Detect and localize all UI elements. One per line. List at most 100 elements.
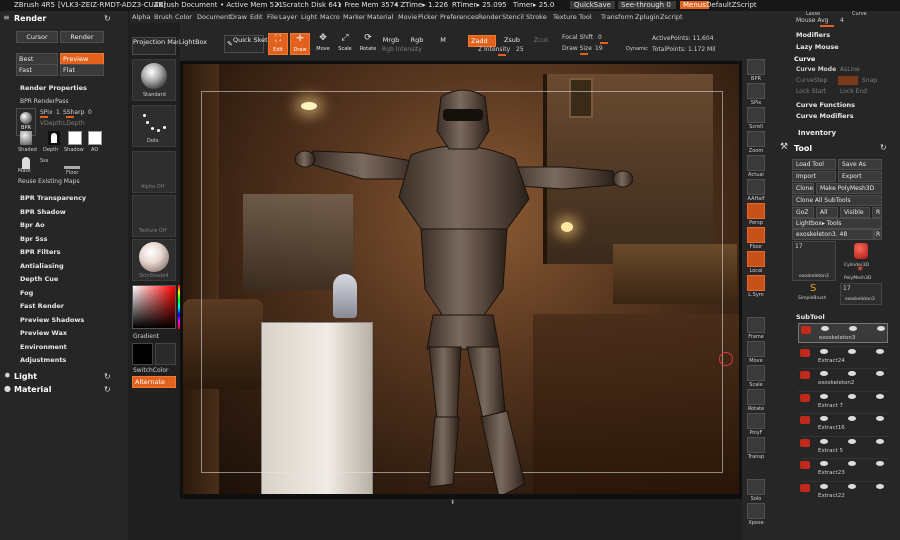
cursor-button[interactable]: Cursor bbox=[16, 31, 58, 43]
shelf-floor-button[interactable] bbox=[747, 227, 765, 243]
menus-button[interactable]: Menus bbox=[680, 1, 709, 9]
lock-end-button[interactable]: Lock End bbox=[840, 88, 867, 95]
rotate-button[interactable]: ⟳ Rotate bbox=[357, 33, 379, 55]
alpha-thumbnail[interactable]: Alpha Off bbox=[132, 151, 176, 193]
render-item-bpr-shadow[interactable]: BPR Shadow bbox=[20, 208, 66, 216]
shelf-aahalf-button[interactable] bbox=[747, 179, 765, 195]
clone-button[interactable]: Clone bbox=[792, 183, 814, 194]
render-properties[interactable]: Render Properties bbox=[20, 84, 87, 92]
lazy-mouse-item[interactable]: Lazy Mouse bbox=[796, 43, 839, 51]
clone-all-subtools-button[interactable]: Clone All SubTools bbox=[792, 195, 882, 206]
subtool-toggle-icon[interactable] bbox=[848, 461, 856, 466]
visibility-eye-icon[interactable] bbox=[876, 483, 884, 489]
tool-palette-title[interactable]: Tool bbox=[794, 144, 812, 153]
visibility-eye-icon[interactable] bbox=[876, 461, 884, 466]
inventory-header[interactable]: Inventory bbox=[798, 129, 836, 137]
switchcolor-button[interactable]: SwitchColor bbox=[133, 367, 169, 374]
menu-preferences[interactable]: Preferences bbox=[440, 13, 478, 21]
tool-thumb-exoskeleton[interactable]: 17 exoskeleton3 bbox=[792, 241, 836, 281]
subtool-toggle-icon[interactable] bbox=[820, 438, 828, 444]
render-palette-title[interactable]: Render bbox=[14, 14, 46, 23]
subtool-row[interactable]: Extract23 bbox=[798, 458, 888, 478]
shelf-scale-button[interactable] bbox=[747, 365, 765, 381]
scale-button[interactable]: ⤢ Scale bbox=[335, 33, 355, 55]
menu-zplugin[interactable]: Zplugin bbox=[635, 13, 660, 21]
subtool-toggle-icon[interactable] bbox=[848, 438, 856, 444]
zcut-button[interactable]: Zcut bbox=[530, 35, 552, 45]
curve-functions-item[interactable]: Curve Functions bbox=[796, 101, 855, 109]
tool-refresh-icon[interactable]: ↻ bbox=[880, 143, 887, 152]
render-item-fog[interactable]: Fog bbox=[20, 289, 33, 297]
menu-transform[interactable]: Transform bbox=[601, 13, 633, 21]
brush-thumbnail[interactable]: Standard bbox=[132, 59, 176, 101]
menu-brush[interactable]: Brush bbox=[154, 13, 173, 21]
mouse-avg-slider[interactable]: Mouse Avg 4 bbox=[794, 17, 874, 27]
alternate-button[interactable]: Alternate bbox=[132, 376, 176, 388]
render-item-adjustments[interactable]: Adjustments bbox=[20, 356, 66, 364]
bottom-shelf-toggle-icon[interactable]: ⬍ bbox=[450, 499, 455, 506]
curve-mode-button[interactable]: Curve Mode bbox=[796, 66, 836, 73]
render-item-bpr-sss[interactable]: Bpr Sss bbox=[20, 235, 48, 243]
quick-sketch-button[interactable]: ✎ Quick Sketch bbox=[224, 35, 275, 53]
shelf-bpr-button[interactable] bbox=[747, 59, 765, 75]
shelf-frame-button[interactable] bbox=[747, 317, 765, 333]
curvestep-slider[interactable]: CurveStep bbox=[796, 77, 827, 84]
shelf-scroll-button[interactable] bbox=[747, 107, 765, 123]
m-button[interactable]: M bbox=[436, 35, 450, 45]
asline-button[interactable]: AsLine bbox=[840, 66, 860, 73]
menu-tool[interactable]: Tool bbox=[579, 13, 592, 21]
vdepth-label[interactable]: VDepth bbox=[40, 120, 62, 127]
menu-alpha[interactable]: Alpha bbox=[132, 13, 150, 21]
render-item-environment[interactable]: Environment bbox=[20, 343, 67, 351]
shelf-polyf-button[interactable] bbox=[747, 413, 765, 429]
visibility-eye-icon[interactable] bbox=[876, 438, 884, 444]
subtool-header[interactable]: SubTool bbox=[796, 313, 825, 321]
shelf-spix-button[interactable] bbox=[747, 83, 765, 99]
r-button[interactable]: R bbox=[872, 207, 882, 218]
shelf-solo-button[interactable] bbox=[747, 479, 765, 495]
subtool-row[interactable]: Extract 7 bbox=[798, 390, 888, 411]
shelf-transp-button[interactable] bbox=[747, 437, 765, 453]
z-intensity-slider[interactable]: Z Intensity 25 bbox=[468, 46, 552, 56]
bpr-renderpass-label[interactable]: BPR RenderPass bbox=[20, 98, 68, 105]
menu-file[interactable]: File bbox=[267, 13, 278, 21]
subtool-row[interactable]: exoskeleton3 bbox=[798, 323, 888, 343]
snap-button[interactable]: Snap bbox=[862, 77, 877, 84]
shelf-move-button[interactable] bbox=[747, 341, 765, 357]
spix-slider[interactable] bbox=[40, 116, 48, 118]
menu-document[interactable]: Document bbox=[197, 13, 231, 21]
subtool-toggle-icon[interactable] bbox=[848, 483, 856, 489]
subtool-toggle-icon[interactable] bbox=[849, 326, 857, 331]
depth-pass-icon[interactable] bbox=[48, 131, 60, 145]
quicksave-button[interactable]: QuickSave bbox=[570, 1, 615, 9]
texture-thumbnail[interactable]: Texture Off bbox=[132, 195, 176, 237]
subtool-toggle-icon[interactable] bbox=[820, 393, 828, 399]
floor-pass-icon[interactable] bbox=[64, 166, 80, 169]
light-palette-title[interactable]: Light bbox=[14, 372, 37, 381]
projection-master-button[interactable]: Projection Master bbox=[132, 37, 189, 55]
ao-pass-icon[interactable] bbox=[88, 131, 102, 145]
subtool-row[interactable]: Extract24 bbox=[798, 345, 888, 366]
curve-step-value-box[interactable] bbox=[838, 76, 858, 85]
color-picker[interactable] bbox=[132, 285, 176, 329]
exoskeleton-model[interactable] bbox=[293, 89, 633, 494]
default-zscript[interactable]: DefaultZScript bbox=[706, 1, 757, 9]
canvas-scene[interactable] bbox=[183, 64, 739, 494]
menu-movie[interactable]: Movie bbox=[398, 13, 417, 21]
subtool-row[interactable]: Extract22 bbox=[798, 480, 888, 501]
goz-button[interactable]: GoZ bbox=[792, 207, 814, 218]
material-palette-title[interactable]: Material bbox=[14, 385, 51, 394]
render-item-bpr-filters[interactable]: BPR Filters bbox=[20, 248, 60, 256]
secondary-color-swatch[interactable] bbox=[155, 343, 176, 365]
render-item-bpr-transparency[interactable]: BPR Transparency bbox=[20, 194, 86, 202]
gradient-label[interactable]: Gradient bbox=[133, 333, 159, 340]
render-item-depth-cue[interactable]: Depth Cue bbox=[20, 275, 58, 283]
make-polymesh-button[interactable]: Make PolyMesh3D bbox=[816, 183, 882, 194]
main-color-swatch[interactable] bbox=[132, 343, 153, 365]
edit-button[interactable]: ⛶ Edit bbox=[268, 33, 288, 55]
menu-layer[interactable]: Layer bbox=[279, 13, 297, 21]
menu-texture[interactable]: Texture bbox=[553, 13, 577, 21]
lock-start-button[interactable]: Lock Start bbox=[796, 88, 826, 95]
menu-marker[interactable]: Marker bbox=[343, 13, 365, 21]
stroke-thumbnail[interactable]: Dots bbox=[132, 105, 176, 147]
